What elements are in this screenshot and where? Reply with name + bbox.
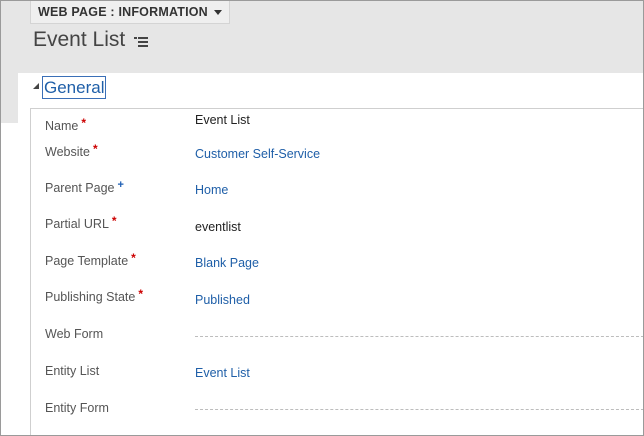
form-window: WEB PAGE : INFORMATION Event List Genera… (0, 0, 644, 436)
field-row-web-form: Web Form (31, 327, 643, 357)
field-value-name[interactable]: Event List (195, 113, 250, 127)
field-value-partial-url[interactable]: eventlist (195, 220, 241, 234)
field-value-website[interactable]: Customer Self-Service (195, 147, 320, 161)
field-row-website: Website * Customer Self-Service (31, 142, 643, 175)
general-section-fields: Name * Event List Website * Customer Self-… (30, 108, 643, 435)
field-value-web-form[interactable] (195, 336, 643, 337)
field-row-name: Name * Event List (31, 111, 643, 141)
required-marker: * (131, 251, 136, 265)
field-label-publishing-state: Publishing State * (45, 287, 144, 304)
field-label-entity-list: Entity List (45, 364, 100, 378)
record-title: Event List (33, 28, 126, 51)
field-value-entity-list[interactable]: Event List (195, 366, 250, 380)
page-title: Event List (33, 28, 149, 52)
field-label-partial-url: Partial URL * (45, 214, 117, 231)
required-marker: * (111, 214, 117, 228)
required-marker: * (138, 287, 144, 301)
field-value-parent-page[interactable]: Home (195, 183, 228, 197)
recommended-marker: + (117, 179, 124, 191)
field-label-parent-page: Parent Page + (45, 179, 124, 195)
field-value-page-template[interactable]: Blank Page (195, 256, 259, 270)
field-row-page-template: Page Template * Blank Page (31, 251, 643, 284)
list-menu-icon[interactable] (134, 37, 149, 47)
field-row-entity-list: Entity List Event List (31, 363, 643, 393)
field-label-entity-form: Entity Form (45, 401, 109, 415)
field-row-partial-url: Partial URL * eventlist (31, 214, 643, 247)
field-label-page-template: Page Template * (45, 251, 136, 268)
field-value-entity-form[interactable] (195, 409, 643, 410)
required-marker: * (81, 116, 87, 130)
section-title-general[interactable]: General (42, 76, 107, 99)
collapse-triangle-icon[interactable] (33, 83, 39, 89)
field-row-parent-page: Parent Page + Home (31, 179, 643, 211)
caret-down-icon (213, 9, 222, 15)
form-selector-dropdown[interactable]: WEB PAGE : INFORMATION (30, 1, 230, 24)
form-selector-label: WEB PAGE : INFORMATION (38, 5, 208, 19)
field-label-website: Website * (45, 142, 98, 159)
field-value-publishing-state[interactable]: Published (195, 293, 250, 307)
field-row-publishing-state: Publishing State * Published (31, 287, 643, 320)
field-label-web-form: Web Form (45, 327, 104, 341)
required-marker: * (92, 142, 98, 156)
field-label-name: Name * (45, 116, 87, 133)
field-row-entity-form: Entity Form (31, 400, 643, 430)
